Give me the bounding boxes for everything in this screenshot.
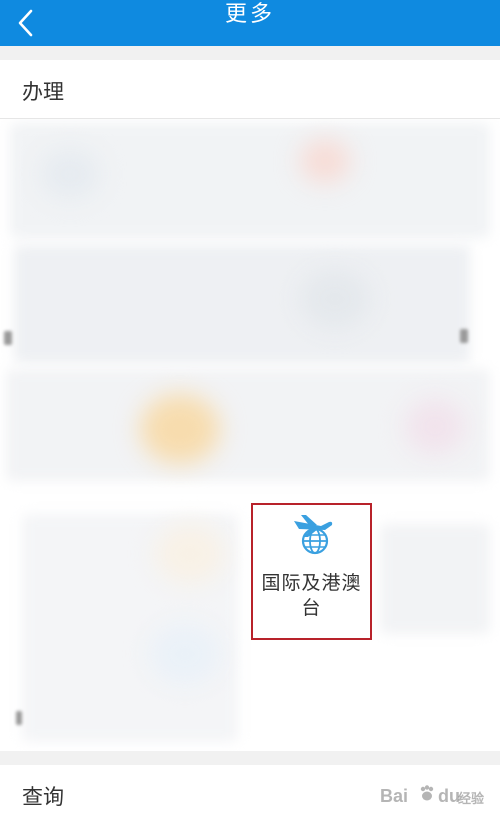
tile-label: 国际及港澳 台 [261,572,362,619]
section-header-banli: 办理 [0,60,500,118]
section-title-chaxun: 查询 [22,785,64,809]
blurred-icon [405,399,465,454]
blurred-icon [150,624,220,684]
blurred-icon [40,149,100,199]
blurred-tile-row-2 [14,245,470,363]
baidu-jingyan-watermark: Bai du 经验 [380,785,485,806]
international-hkmt-tile[interactable]: 国际及港澳 台 [251,503,372,640]
page-title: 更多 [224,2,275,27]
blurred-icon [300,139,350,183]
paw-icon [420,785,434,801]
blurred-tile [380,524,490,634]
blurred-icon [155,524,225,584]
service-grid [0,119,500,751]
obscured-text-fragment [16,711,22,725]
app-header: 更多 [0,0,500,46]
airplane-globe-icon [291,513,335,557]
obscured-text-fragment [460,329,468,343]
obscured-text-fragment [4,331,12,345]
section-title-banli: 办理 [22,80,64,104]
blurred-icon [300,269,370,329]
blurred-icon [140,394,220,464]
